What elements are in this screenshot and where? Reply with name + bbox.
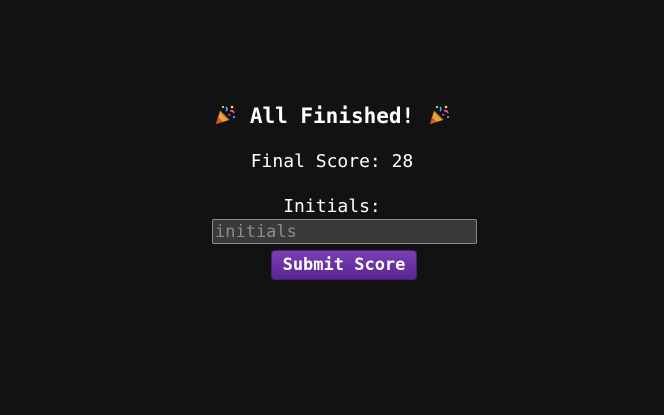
title-text: All Finished! xyxy=(249,104,415,128)
final-score: Final Score: 28 xyxy=(250,151,414,172)
page-title: All Finished! xyxy=(0,102,664,130)
initials-input[interactable] xyxy=(212,219,477,244)
party-popper-icon xyxy=(430,105,450,124)
initials-label: Initials: xyxy=(283,196,381,217)
party-popper-icon xyxy=(215,105,235,124)
quiz-complete-panel: All Finished! Final Score: 28 Initials: … xyxy=(0,0,664,415)
submit-score-button[interactable]: Submit Score xyxy=(271,250,417,280)
